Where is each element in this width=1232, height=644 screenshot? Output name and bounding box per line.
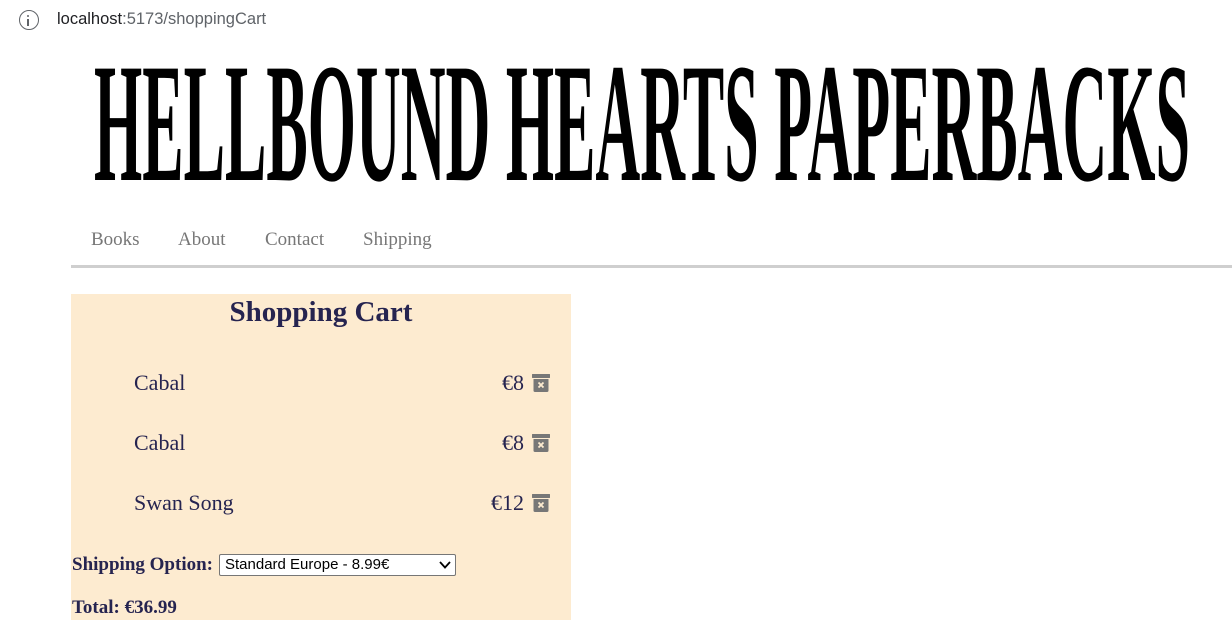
site-logo[interactable]: HELLBOUND HEARTS PAPERBACKS [94, 50, 1190, 200]
trash-icon[interactable] [531, 493, 551, 513]
cart-item-price: €12 [491, 490, 524, 515]
browser-address-bar: localhost:5173/shoppingCart [0, 0, 1232, 40]
cart-total: Total: €36.99 [72, 597, 177, 618]
url-text[interactable]: localhost:5173/shoppingCart [57, 10, 266, 29]
trash-icon[interactable] [531, 373, 551, 393]
shopping-cart-panel: Shopping Cart Cabal €8 Cabal €8 Swan Son… [71, 294, 571, 620]
cart-title: Shopping Cart [229, 296, 413, 328]
url-path: :5173/shoppingCart [122, 10, 267, 28]
nav-item-books[interactable]: Books [91, 229, 140, 251]
cart-item-price: €8 [502, 370, 524, 395]
nav-item-about[interactable]: About [178, 229, 226, 251]
chevron-down-icon [439, 561, 451, 569]
cart-item: Cabal €8 [71, 370, 571, 400]
shipping-option-value: Standard Europe - 8.99€ [225, 556, 390, 573]
url-field[interactable]: localhost:5173/shoppingCart [0, 0, 1232, 40]
url-host: localhost [57, 10, 123, 28]
nav-item-contact[interactable]: Contact [265, 229, 324, 251]
main-nav: Books About Contact Shipping [71, 222, 1232, 268]
cart-item-name: Cabal [134, 370, 186, 395]
nav-item-shipping[interactable]: Shipping [363, 229, 432, 251]
cart-item: Cabal €8 [71, 430, 571, 460]
shipping-option-select[interactable]: Standard Europe - 8.99€ [219, 554, 456, 576]
cart-item-price: €8 [502, 430, 524, 455]
trash-icon[interactable] [531, 433, 551, 453]
cart-item-name: Cabal [134, 430, 186, 455]
info-icon[interactable] [19, 10, 39, 30]
cart-item-name: Swan Song [134, 490, 234, 515]
logo-text: HELLBOUND HEARTS PAPERBACKS [94, 50, 1190, 200]
shipping-option-label: Shipping Option: [72, 554, 213, 575]
cart-item: Swan Song €12 [71, 490, 571, 520]
